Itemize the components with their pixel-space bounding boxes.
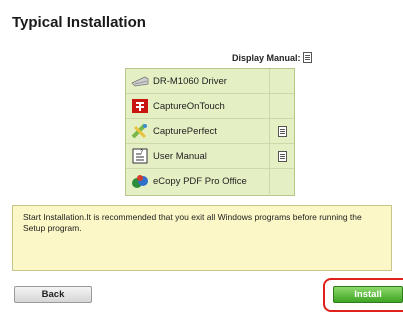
component-list: DR-M1060 Driver CaptureOnTouch CapturePe… <box>125 68 295 196</box>
manual-document-icon[interactable] <box>277 125 287 137</box>
back-button[interactable]: Back <box>14 286 92 303</box>
display-manual-header: Display Manual: <box>232 52 312 63</box>
list-item-label: CapturePerfect <box>153 125 217 137</box>
list-item-label: User Manual <box>153 150 207 162</box>
install-highlight-box <box>323 278 403 312</box>
scanner-icon <box>131 73 149 89</box>
list-item-label: eCopy PDF Pro Office <box>153 176 247 187</box>
manual-book-icon: ? <box>131 148 149 164</box>
instruction-message: Start Installation.It is recommended tha… <box>12 205 392 271</box>
list-item-label: CaptureOnTouch <box>153 100 225 112</box>
list-item-dr-m1060-driver[interactable]: DR-M1060 Driver <box>126 69 294 94</box>
list-item-ecopy-pdf-pro-office[interactable]: eCopy PDF Pro Office <box>126 169 294 194</box>
captureontouch-icon <box>131 98 149 114</box>
captureperfect-icon <box>131 123 149 139</box>
list-item-user-manual[interactable]: ? User Manual <box>126 144 294 169</box>
svg-text:?: ? <box>140 149 143 156</box>
manual-document-icon[interactable] <box>277 150 287 162</box>
ecopy-icon <box>131 174 149 190</box>
list-item-label: DR-M1060 Driver <box>153 75 227 87</box>
display-manual-label: Display Manual: <box>232 52 301 63</box>
list-item-captureperfect[interactable]: CapturePerfect <box>126 119 294 144</box>
page-title: Typical Installation <box>12 14 146 31</box>
list-item-captureontouch[interactable]: CaptureOnTouch <box>126 94 294 119</box>
manual-document-icon <box>302 52 312 63</box>
